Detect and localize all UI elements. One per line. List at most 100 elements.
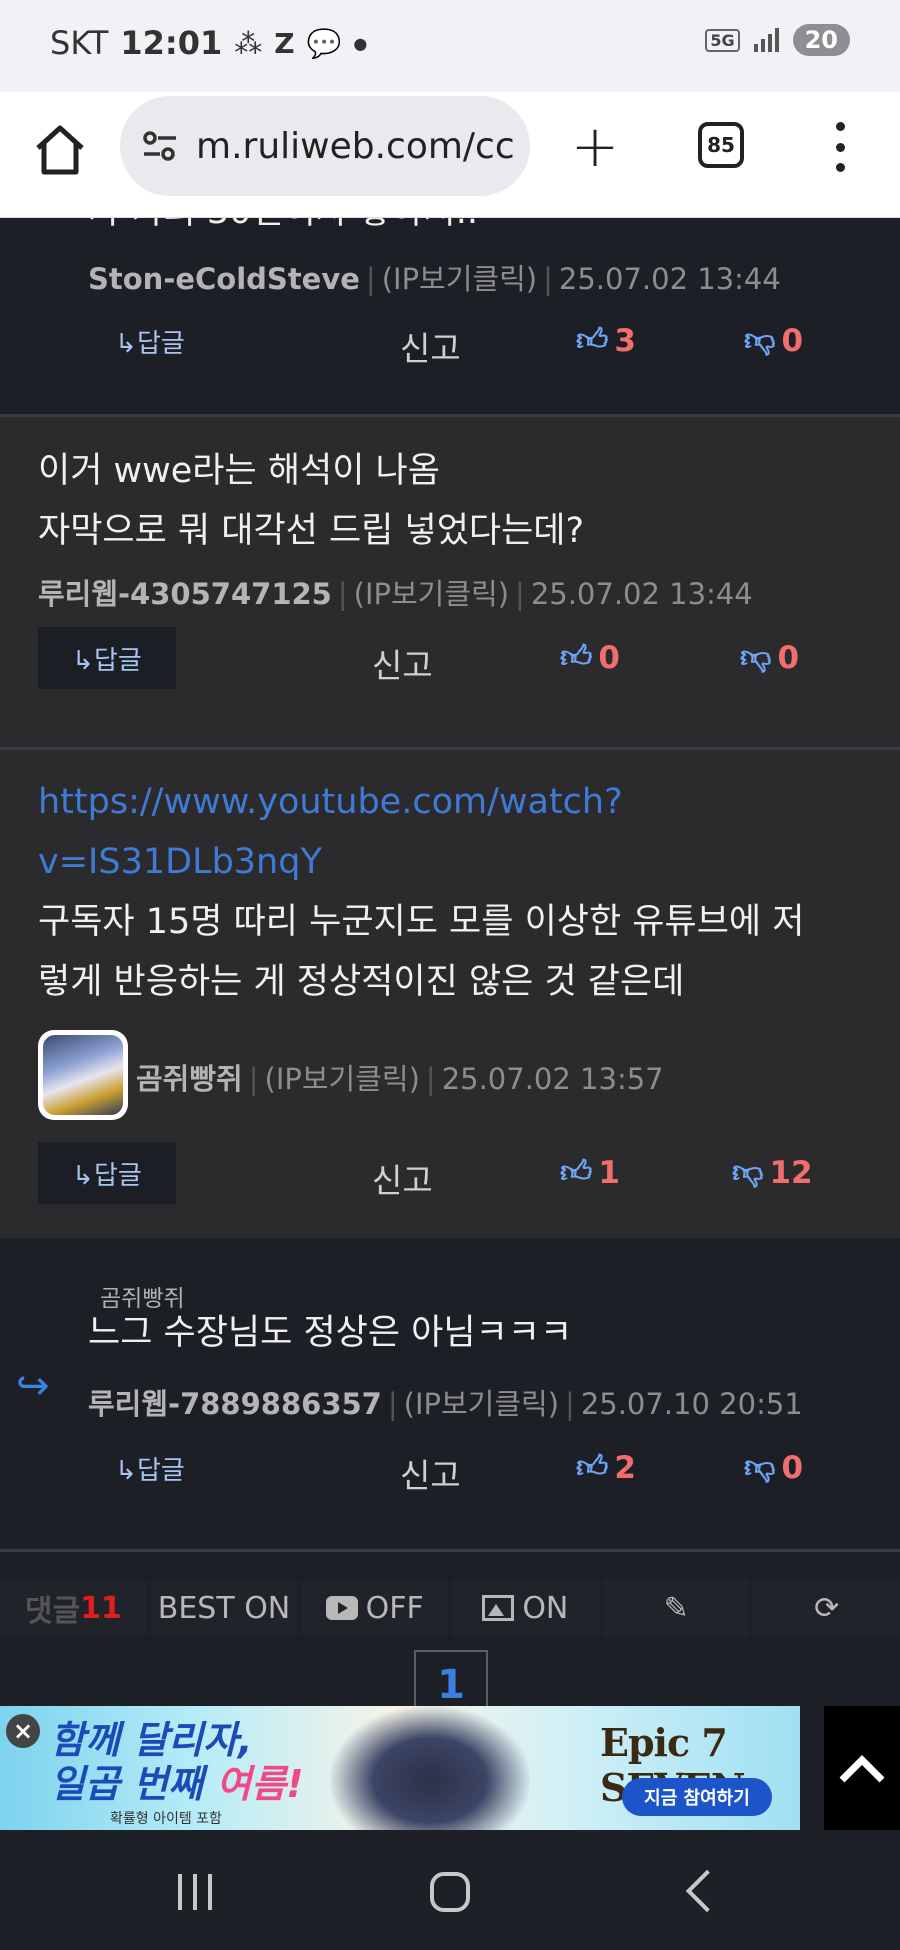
report-button[interactable]: 신고 bbox=[400, 1449, 461, 1497]
upvote-button[interactable]: 👍︎ 3 bbox=[576, 322, 636, 359]
youtube-icon bbox=[325, 1596, 358, 1620]
app-grid-icon: ⁂ bbox=[234, 26, 263, 60]
tab-count: 85 bbox=[707, 133, 735, 157]
comment-divider bbox=[0, 1549, 900, 1552]
refresh-button[interactable]: ⟳ bbox=[753, 1580, 900, 1636]
signal-icon bbox=[753, 28, 779, 52]
downvote-button[interactable]: 👎︎ 0 bbox=[744, 1449, 803, 1486]
upvote-button[interactable]: 👍︎ 2 bbox=[576, 1449, 636, 1486]
scroll-top-button[interactable] bbox=[824, 1706, 900, 1830]
report-button[interactable]: 신고 bbox=[372, 1154, 433, 1202]
comment-author[interactable]: 루리웹-7889886357 bbox=[88, 1387, 382, 1421]
close-icon[interactable]: × bbox=[6, 1714, 40, 1748]
comment-line: 구독자 15명 따리 누군지도 모를 이상한 유튜브에 저 bbox=[38, 902, 805, 942]
ip-view-link[interactable]: (IP보기클릭) bbox=[354, 577, 509, 611]
page-number-current[interactable]: 1 bbox=[414, 1650, 488, 1708]
downvote-count: 0 bbox=[781, 322, 804, 359]
ip-view-link[interactable]: (IP보기클릭) bbox=[382, 262, 537, 296]
clock: 12:01 bbox=[120, 24, 223, 62]
tune-icon[interactable] bbox=[140, 126, 180, 166]
ad-headline-line: 함께 달리자, bbox=[50, 1718, 253, 1762]
comment-actions: ↳답글 신고 👍︎ 3 👎︎ 0 bbox=[0, 310, 900, 372]
image-icon bbox=[482, 1595, 515, 1621]
comment-text: 느그 수장님도 정상은 아님ㅋㅋㅋ bbox=[88, 1303, 572, 1363]
comment-item: 곰쥐빵쥐 느그 수장님도 정상은 아님ㅋㅋㅋ ↪ 루리웹-7889886357 |… bbox=[0, 1241, 900, 1549]
comment-meta: 루리웹-4305747125 | (IP보기클릭) | 25.07.02 13:44 bbox=[38, 577, 753, 611]
status-left: SKT 12:01 ⁂ Z 💬 ● bbox=[50, 24, 367, 62]
report-button[interactable]: 신고 bbox=[400, 322, 461, 370]
write-comment-button[interactable]: ✎ bbox=[602, 1580, 750, 1636]
comments-label: 댓글 bbox=[24, 1594, 81, 1629]
comment-meta: 곰쥐빵쥐 | (IP보기클릭) | 25.07.02 13:57 bbox=[136, 1062, 664, 1096]
reply-button[interactable]: ↳답글 bbox=[38, 1142, 176, 1204]
more-vert-icon[interactable] bbox=[830, 122, 850, 172]
comment-author[interactable]: Ston-eColdSteve bbox=[88, 262, 360, 296]
comment-item: 이거 wwe라는 해석이 나옴 자막으로 뭐 대각선 드립 넣었다는데? 루리웹… bbox=[0, 417, 900, 747]
comment-text: 이거 wwe라는 해석이 나옴 자막으로 뭐 대각선 드립 넣었다는데? bbox=[38, 441, 584, 561]
z-app-icon: Z bbox=[274, 26, 295, 60]
reply-button[interactable]: ↳답글 bbox=[38, 627, 176, 689]
report-button[interactable]: 신고 bbox=[372, 639, 433, 687]
url-text: m.ruliweb.com/cc bbox=[196, 125, 515, 167]
comment-line: 가 가의 30년이자 놓아지.. bbox=[88, 218, 478, 242]
comment-actions: ↳답글 신고 👍︎ 1 👎︎ 12 bbox=[0, 1142, 900, 1204]
downvote-count: 12 bbox=[769, 1154, 813, 1191]
comment-date: 25.07.02 13:44 bbox=[530, 577, 753, 611]
image-label: ON bbox=[522, 1590, 569, 1626]
upvote-button[interactable]: 👍︎ 0 bbox=[560, 639, 620, 676]
chevron-up-icon bbox=[839, 1755, 885, 1783]
home-nav-button[interactable] bbox=[430, 1872, 470, 1912]
comment-line: 렇게 반응하는 게 정상적이진 않은 것 같은데 bbox=[38, 962, 685, 1002]
upvote-count: 2 bbox=[614, 1449, 636, 1486]
home-button[interactable] bbox=[30, 120, 90, 180]
best-toggle[interactable]: BEST ON bbox=[150, 1580, 298, 1636]
comment-author[interactable]: 곰쥐빵쥐 bbox=[136, 1062, 243, 1096]
recent-apps-button[interactable] bbox=[178, 1874, 212, 1910]
refresh-icon: ⟳ bbox=[814, 1590, 840, 1626]
battery-indicator: 20 bbox=[792, 24, 850, 56]
browser-toolbar: m.ruliweb.com/cc + 85 bbox=[0, 92, 900, 218]
upvote-button[interactable]: 👍︎ 1 bbox=[560, 1154, 620, 1191]
video-label: OFF bbox=[365, 1590, 424, 1626]
address-bar[interactable]: m.ruliweb.com/cc bbox=[120, 96, 530, 196]
avatar[interactable] bbox=[38, 1030, 128, 1120]
best-label: BEST ON bbox=[157, 1590, 291, 1626]
comment-item: https://www.youtube.com/watch? v=IS31DLb… bbox=[0, 750, 900, 1238]
upvote-count: 3 bbox=[614, 322, 636, 359]
comment-toolbar: 댓글 11 BEST ON OFF ON ✎ ⟳ bbox=[0, 1580, 900, 1636]
thumbs-down-icon: 👎︎ bbox=[740, 639, 772, 675]
thumbs-up-icon: 👍︎ bbox=[560, 639, 593, 675]
ip-view-link[interactable]: (IP보기클릭) bbox=[404, 1387, 559, 1421]
pencil-icon: ✎ bbox=[663, 1590, 689, 1626]
comment-date: 25.07.10 20:51 bbox=[580, 1387, 803, 1421]
reply-button[interactable]: ↳답글 bbox=[100, 310, 200, 372]
downvote-button[interactable]: 👎︎ 0 bbox=[744, 322, 803, 359]
comment-count-tab[interactable]: 댓글 11 bbox=[0, 1580, 147, 1636]
back-button[interactable] bbox=[685, 1869, 729, 1913]
carrier: SKT bbox=[50, 24, 109, 62]
downvote-count: 0 bbox=[781, 1449, 804, 1486]
comment-date: 25.07.02 13:44 bbox=[558, 262, 781, 296]
ip-view-link[interactable]: (IP보기클릭) bbox=[265, 1062, 420, 1096]
comment-item: 가 가의 30년이자 놓아지.. Ston-eColdSteve|(IP보기클릭… bbox=[0, 218, 900, 414]
ad-headline-part: 일곱 번째 bbox=[50, 1762, 217, 1806]
youtube-link[interactable]: https://www.youtube.com/watch? bbox=[38, 772, 804, 832]
ad-banner[interactable]: × 함께 달리자, 일곱 번째 여름! 확률형 아이템 포함 Epic 7 SE… bbox=[0, 1706, 800, 1830]
tab-switcher-button[interactable]: 85 bbox=[698, 122, 744, 168]
youtube-link[interactable]: v=IS31DLb3nqY bbox=[38, 832, 804, 892]
video-toggle[interactable]: OFF bbox=[301, 1580, 449, 1636]
reply-arrow-icon: ↪ bbox=[16, 1363, 50, 1409]
comment-actions: ↳답글 신고 👍︎ 0 👎︎ 0 bbox=[0, 627, 900, 689]
ad-cta-button[interactable]: 지금 참여하기 bbox=[622, 1778, 772, 1816]
new-tab-button[interactable]: + bbox=[570, 117, 620, 175]
comment-date: 25.07.02 13:57 bbox=[441, 1062, 664, 1096]
downvote-button[interactable]: 👎︎ 12 bbox=[732, 1154, 813, 1191]
comment-author[interactable]: 루리웹-4305747125 bbox=[38, 577, 332, 611]
thumbs-up-icon: 👍︎ bbox=[576, 1449, 609, 1485]
upvote-count: 0 bbox=[598, 639, 620, 676]
downvote-count: 0 bbox=[777, 639, 800, 676]
image-toggle[interactable]: ON bbox=[452, 1580, 599, 1636]
reply-button[interactable]: ↳답글 bbox=[100, 1437, 200, 1499]
comment-line: 느그 수장님도 정상은 아님ㅋㅋㅋ bbox=[88, 1313, 573, 1353]
downvote-button[interactable]: 👎︎ 0 bbox=[740, 639, 799, 676]
